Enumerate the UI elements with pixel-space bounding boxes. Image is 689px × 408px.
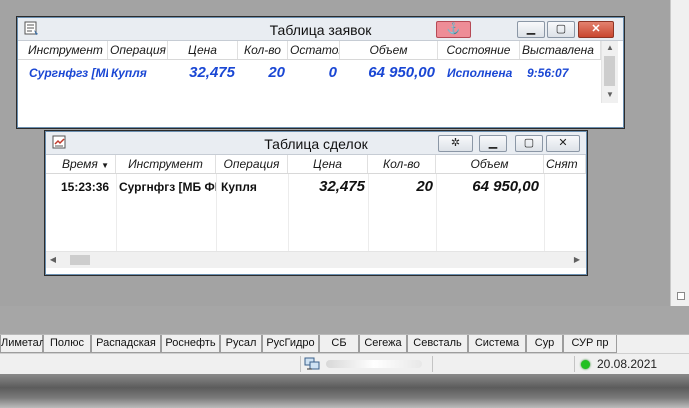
orders-grid: Инструмент Операция Цена Кол-во Остаток …: [18, 41, 601, 103]
cell-operation: Купля: [221, 180, 257, 194]
cell-operation: Купля: [111, 66, 147, 80]
trades-scroll-thumb[interactable]: [70, 255, 90, 265]
col-header-qty[interactable]: Кол-во: [368, 155, 436, 173]
maximize-icon: ▢: [523, 137, 535, 149]
right-panel-edge: [670, 0, 689, 306]
status-pane-divider: [300, 356, 301, 372]
cell-state: Исполнена: [447, 66, 513, 80]
status-date: 20.08.2021: [597, 357, 658, 371]
col-header-placed[interactable]: Выставлена: [520, 41, 601, 59]
col-header-state[interactable]: Состояние: [438, 41, 520, 59]
scroll-left-icon[interactable]: ◀: [46, 252, 60, 268]
tab-rushydro[interactable]: РусГидро: [262, 335, 319, 353]
col-header-operation[interactable]: Операция: [216, 155, 288, 173]
cell-instrument: Сургнфгз [МБ ФР: Т+ Акции]: [119, 180, 216, 194]
col-header-time[interactable]: Время ▼: [56, 155, 116, 173]
cell-placed-time: 9:56:07: [527, 66, 569, 80]
col-header-qty[interactable]: Кол-во: [238, 41, 288, 59]
orders-window: Таблица заявок ⚓ ▁ ▢ ✕ Инструмент Операц…: [17, 17, 624, 128]
cell-remainder: 0: [328, 64, 337, 81]
resize-corner-icon: [677, 292, 685, 300]
cell-instrument: Сургнфгз [МБ ФР: Т+ Акции]: [29, 66, 108, 80]
col-header-volume[interactable]: Объем: [340, 41, 438, 59]
workspace-bottom-band: [0, 306, 670, 334]
tab-rosneft[interactable]: Роснефть: [161, 335, 220, 353]
close-icon: ✕: [591, 23, 601, 35]
col-header-removed[interactable]: Снят: [544, 155, 586, 173]
tab-sur-pr[interactable]: СУР пр: [563, 335, 617, 353]
scroll-right-icon[interactable]: ▶: [570, 252, 584, 268]
tab-lmetal[interactable]: Лиметал: [0, 335, 45, 353]
cell-volume: 64 950,00: [472, 178, 539, 195]
col-header-volume[interactable]: Объем: [436, 155, 544, 173]
orders-table-row[interactable]: Сургнфгз [МБ ФР: Т+ Акции] Купля 32,475 …: [18, 60, 601, 86]
col-header-operation[interactable]: Операция: [108, 41, 168, 59]
tab-sistema[interactable]: Система: [468, 335, 526, 353]
orders-scroll-thumb[interactable]: [604, 56, 615, 86]
cell-price: 32,475: [189, 64, 235, 81]
col-header-time-label: Время: [61, 157, 98, 171]
cell-time: 15:23:36: [61, 180, 110, 194]
desktop-background: [0, 374, 689, 408]
unpin-button[interactable]: ✲: [438, 135, 473, 152]
trades-header-row: Время ▼ Инструмент Операция Цена Кол-во …: [46, 155, 586, 174]
status-pane-divider: [432, 356, 433, 372]
connection-led-icon: [581, 360, 590, 369]
maximize-icon: ▢: [555, 23, 567, 35]
scroll-down-icon[interactable]: ▼: [602, 88, 618, 102]
col-header-price[interactable]: Цена: [168, 41, 238, 59]
close-icon: ✕: [558, 137, 568, 149]
col-header-remainder[interactable]: Остаток: [288, 41, 340, 59]
minimize-icon: ▁: [526, 23, 536, 35]
instrument-tabs-bar: Лиметал Полюс Распадская Роснефть Русал …: [0, 334, 689, 354]
status-pane-divider: [574, 356, 575, 372]
sort-arrow-icon: ▼: [101, 161, 110, 170]
tab-raspadskaya[interactable]: Распадская: [91, 335, 161, 353]
tab-rusal[interactable]: Русал: [220, 335, 262, 353]
anchor-icon: ⚓: [446, 23, 461, 35]
tab-severstal[interactable]: Севсталь: [407, 335, 468, 353]
close-button[interactable]: ✕: [546, 135, 580, 152]
minimize-button[interactable]: ▁: [517, 21, 545, 38]
cell-qty: 20: [416, 178, 433, 195]
orders-vertical-scrollbar[interactable]: ▲ ▼: [601, 41, 618, 103]
connection-icon[interactable]: [304, 357, 320, 371]
col-header-price[interactable]: Цена: [288, 155, 368, 173]
trades-grid: Время ▼ Инструмент Операция Цена Кол-во …: [46, 155, 586, 251]
orders-header-row: Инструмент Операция Цена Кол-во Остаток …: [18, 41, 601, 60]
trades-table-row[interactable]: 15:23:36 Сургнфгз [МБ ФР: Т+ Акции] Купл…: [46, 174, 586, 198]
tab-segezha[interactable]: Сегежа: [359, 335, 407, 353]
orders-window-titlebar[interactable]: Таблица заявок ⚓ ▁ ▢ ✕: [18, 18, 623, 41]
col-header-instrument[interactable]: Инструмент: [116, 155, 216, 173]
tab-polyus[interactable]: Полюс: [43, 335, 91, 353]
trades-horizontal-scrollbar[interactable]: ◀ ▶: [46, 251, 586, 268]
anchor-button[interactable]: ⚓: [436, 21, 471, 38]
maximize-button[interactable]: ▢: [547, 21, 575, 38]
pin-icon: ✲: [450, 137, 461, 149]
cell-volume: 64 950,00: [368, 64, 435, 81]
maximize-button[interactable]: ▢: [515, 135, 543, 152]
minimize-button[interactable]: ▁: [479, 135, 507, 152]
cell-qty: 20: [268, 64, 285, 81]
close-button[interactable]: ✕: [578, 21, 614, 38]
cell-price: 32,475: [319, 178, 365, 195]
scroll-up-icon[interactable]: ▲: [602, 41, 618, 55]
trades-window-titlebar[interactable]: Таблица сделок ✲ ▁ ▢ ✕: [46, 132, 586, 155]
tab-sur[interactable]: Сур: [526, 335, 563, 353]
col-header-instrument[interactable]: Инструмент: [26, 41, 108, 59]
trades-window: Таблица сделок ✲ ▁ ▢ ✕ Время ▼ Инструмен…: [45, 131, 587, 275]
minimize-icon: ▁: [488, 137, 498, 149]
status-bar: 20.08.2021: [0, 353, 689, 375]
connection-status-text: [326, 360, 422, 368]
tab-sb[interactable]: СБ: [319, 335, 359, 353]
